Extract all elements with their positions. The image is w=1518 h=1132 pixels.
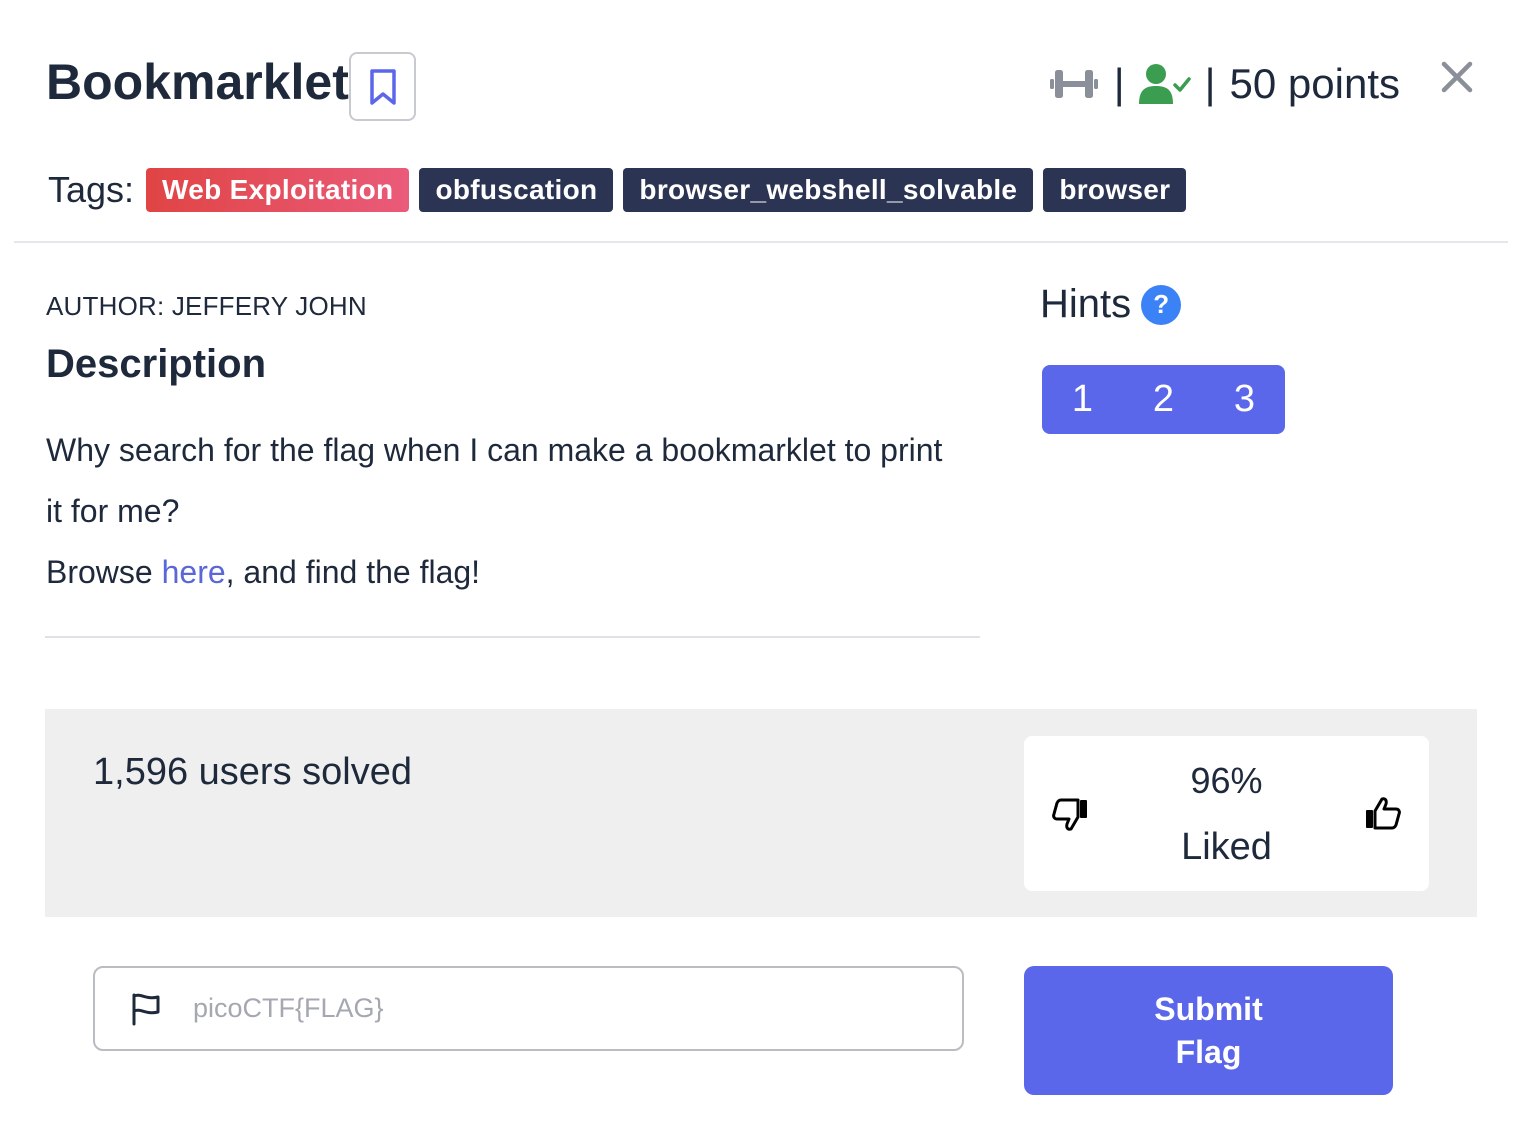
header-divider <box>14 241 1508 243</box>
dumbbell-icon <box>1049 70 1098 98</box>
stats-panel: 1,596 users solved 96% Liked <box>45 709 1477 917</box>
challenge-modal: Bookmarklet | | 50 points Tags: Web Expl… <box>0 0 1518 1132</box>
like-card: 96% Liked <box>1024 736 1429 891</box>
flag-icon <box>132 993 160 1025</box>
hints-header: Hints ? <box>1040 282 1182 327</box>
submit-flag-label: Submit Flag <box>1154 990 1263 1070</box>
challenge-meta: | | 50 points <box>1048 54 1400 114</box>
bookmark-button[interactable] <box>349 52 416 121</box>
hint-button-3[interactable]: 3 <box>1204 365 1285 434</box>
flag-input-wrapper <box>93 966 964 1051</box>
description-text: Why search for the flag when I can make … <box>46 420 946 603</box>
author-label: AUTHOR: JEFFERY JOHN <box>46 291 367 321</box>
hint-button-1[interactable]: 1 <box>1042 365 1123 434</box>
tag-browser-webshell-solvable[interactable]: browser_webshell_solvable <box>623 168 1034 212</box>
description-line-2: Browse here, and find the flag! <box>46 542 946 603</box>
tags-row: Tags: Web Exploitation obfuscation brows… <box>48 168 1187 212</box>
description-line-1: Why search for the flag when I can make … <box>46 432 943 529</box>
hint-button-2[interactable]: 2 <box>1123 365 1204 434</box>
description-browse-suffix: , and find the flag! <box>225 554 481 590</box>
description-browse-prefix: Browse <box>46 554 162 590</box>
user-check-icon <box>1138 64 1191 104</box>
thumbs-up-icon[interactable] <box>1363 794 1403 834</box>
hints-heading: Hints <box>1040 282 1132 326</box>
points-label: 50 points <box>1229 60 1400 107</box>
meta-separator: | <box>1204 60 1216 107</box>
hint-button-group: 1 2 3 <box>1042 365 1285 434</box>
close-icon <box>1441 61 1473 93</box>
here-link[interactable]: here <box>162 554 226 590</box>
submit-flag-button[interactable]: Submit Flag <box>1024 966 1393 1095</box>
meta-separator: | <box>1113 60 1125 107</box>
tag-browser[interactable]: browser <box>1043 168 1187 212</box>
challenge-title: Bookmarklet <box>46 54 349 110</box>
bookmark-icon <box>369 68 396 105</box>
flag-input[interactable] <box>193 993 933 1024</box>
description-heading: Description <box>46 342 267 386</box>
tag-obfuscation[interactable]: obfuscation <box>419 168 614 212</box>
close-button[interactable] <box>1436 56 1478 98</box>
tag-web-exploitation[interactable]: Web Exploitation <box>146 168 410 212</box>
description-divider <box>45 636 980 638</box>
help-icon[interactable]: ? <box>1141 284 1182 325</box>
tags-label: Tags: <box>48 169 135 210</box>
users-solved-count: 1,596 users solved <box>93 751 412 793</box>
